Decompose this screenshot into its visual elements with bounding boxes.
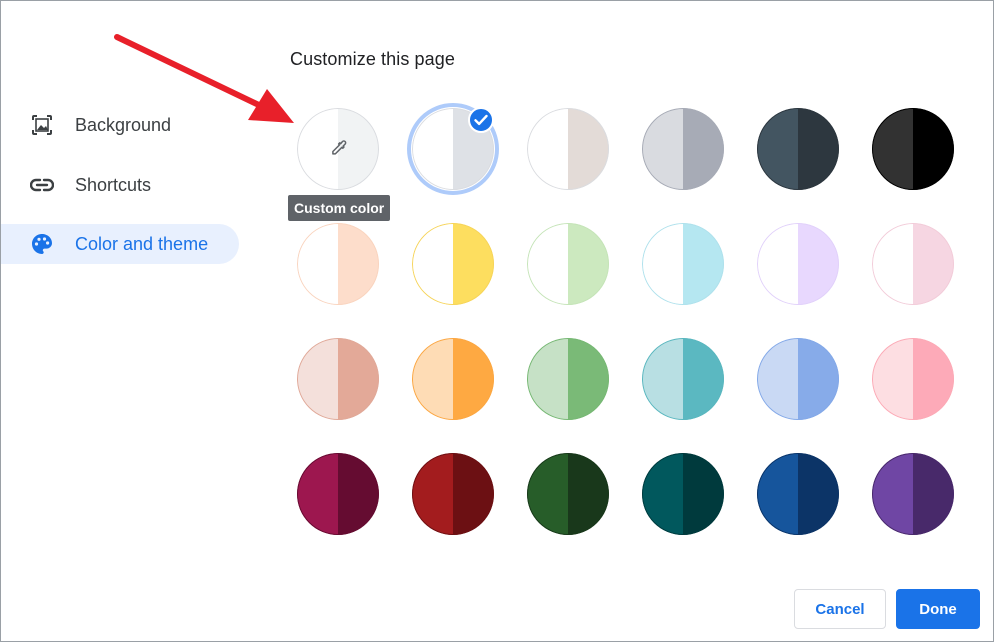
color-swatch-wine[interactable] (297, 453, 379, 535)
swatch-half-left (297, 453, 338, 535)
cancel-button[interactable]: Cancel (794, 589, 886, 629)
swatch-half-right (453, 338, 494, 420)
swatch-half-left (872, 453, 913, 535)
swatch-half-right (798, 338, 839, 420)
color-swatch-dark-teal[interactable] (642, 453, 724, 535)
sidebar-item-label: Shortcuts (75, 174, 152, 195)
swatch-half-right (683, 453, 724, 535)
swatch-half-right (338, 338, 379, 420)
done-button[interactable]: Done (896, 589, 980, 629)
swatch-half-right (453, 453, 494, 535)
color-swatch-violet[interactable] (872, 453, 954, 535)
swatch-half-right (798, 108, 839, 190)
swatch-half-left (757, 223, 798, 305)
color-swatch-warm-grey[interactable] (527, 108, 609, 190)
annotation-arrow (114, 34, 294, 123)
customize-dialog: Customize this page Background Shortcuts (0, 0, 994, 642)
palette-icon (30, 233, 54, 255)
swatch-half-right (683, 338, 724, 420)
color-swatch-cyan-light[interactable] (642, 223, 724, 305)
sidebar-item-label: Background (75, 114, 172, 135)
swatch-half-right (798, 453, 839, 535)
swatch-half-left (527, 338, 568, 420)
swatch-half-right (913, 338, 954, 420)
color-swatch-peach-light[interactable] (297, 223, 379, 305)
swatch-half-left (642, 108, 683, 190)
swatch-half-left (297, 223, 338, 305)
image-icon (30, 114, 54, 136)
swatch-half-right (913, 453, 954, 535)
swatch-half-left (527, 223, 568, 305)
sidebar-item-background[interactable]: Background (1, 105, 239, 145)
swatch-half-right (338, 223, 379, 305)
color-swatch-rose[interactable] (297, 338, 379, 420)
custom-color-tooltip: Custom color (288, 195, 391, 221)
swatch-half-left (642, 338, 683, 420)
swatch-half-left (412, 108, 453, 190)
custom-color-swatch[interactable] (297, 108, 379, 190)
color-swatch-dark-green[interactable] (527, 453, 609, 535)
swatch-half-left (872, 108, 913, 190)
swatch-half-right (568, 453, 609, 535)
swatch-half-right (798, 223, 839, 305)
swatch-half-right (683, 108, 724, 190)
color-swatch-black[interactable] (872, 108, 954, 190)
checkmark-icon (468, 107, 494, 133)
swatch-half-left (757, 453, 798, 535)
swatch-half-right (568, 223, 609, 305)
swatch-half-left (757, 338, 798, 420)
color-swatch-periwinkle[interactable] (757, 338, 839, 420)
color-swatch-cool-grey[interactable] (642, 108, 724, 190)
color-swatch-navy[interactable] (757, 453, 839, 535)
dialog-title: Customize this page (290, 49, 455, 69)
eyedropper-icon (332, 140, 347, 155)
sidebar-item-label: Color and theme (75, 233, 209, 254)
swatch-half-left (527, 453, 568, 535)
color-swatch-pink-light[interactable] (872, 223, 954, 305)
color-swatch-blue-grey[interactable] (757, 108, 839, 190)
color-swatch-lavender-light[interactable] (757, 223, 839, 305)
swatch-half-right (568, 338, 609, 420)
swatch-half-right (683, 223, 724, 305)
color-swatch-pink[interactable] (872, 338, 954, 420)
swatch-half-left (297, 338, 338, 420)
sidebar-item-color-and-theme[interactable]: Color and theme (1, 224, 239, 264)
color-swatch-green[interactable] (527, 338, 609, 420)
link-icon (30, 174, 54, 196)
swatch-half-left (412, 453, 453, 535)
swatch-half-left (412, 223, 453, 305)
swatch-half-right (338, 453, 379, 535)
color-swatch-apricot[interactable] (412, 338, 494, 420)
swatch-half-left (642, 453, 683, 535)
sidebar-item-shortcuts[interactable]: Shortcuts (1, 165, 239, 205)
swatch-half-left (872, 338, 913, 420)
swatch-half-left (527, 108, 568, 190)
swatch-half-right (913, 108, 954, 190)
swatch-half-right (913, 223, 954, 305)
color-swatch-green-light[interactable] (527, 223, 609, 305)
swatch-half-right (453, 223, 494, 305)
swatch-half-left (757, 108, 798, 190)
swatch-half-right (568, 108, 609, 190)
color-swatch-red[interactable] (412, 453, 494, 535)
swatch-half-left (642, 223, 683, 305)
swatch-half-left (872, 223, 913, 305)
color-swatch-teal[interactable] (642, 338, 724, 420)
color-swatch-yellow[interactable] (412, 223, 494, 305)
swatch-half-left (412, 338, 453, 420)
